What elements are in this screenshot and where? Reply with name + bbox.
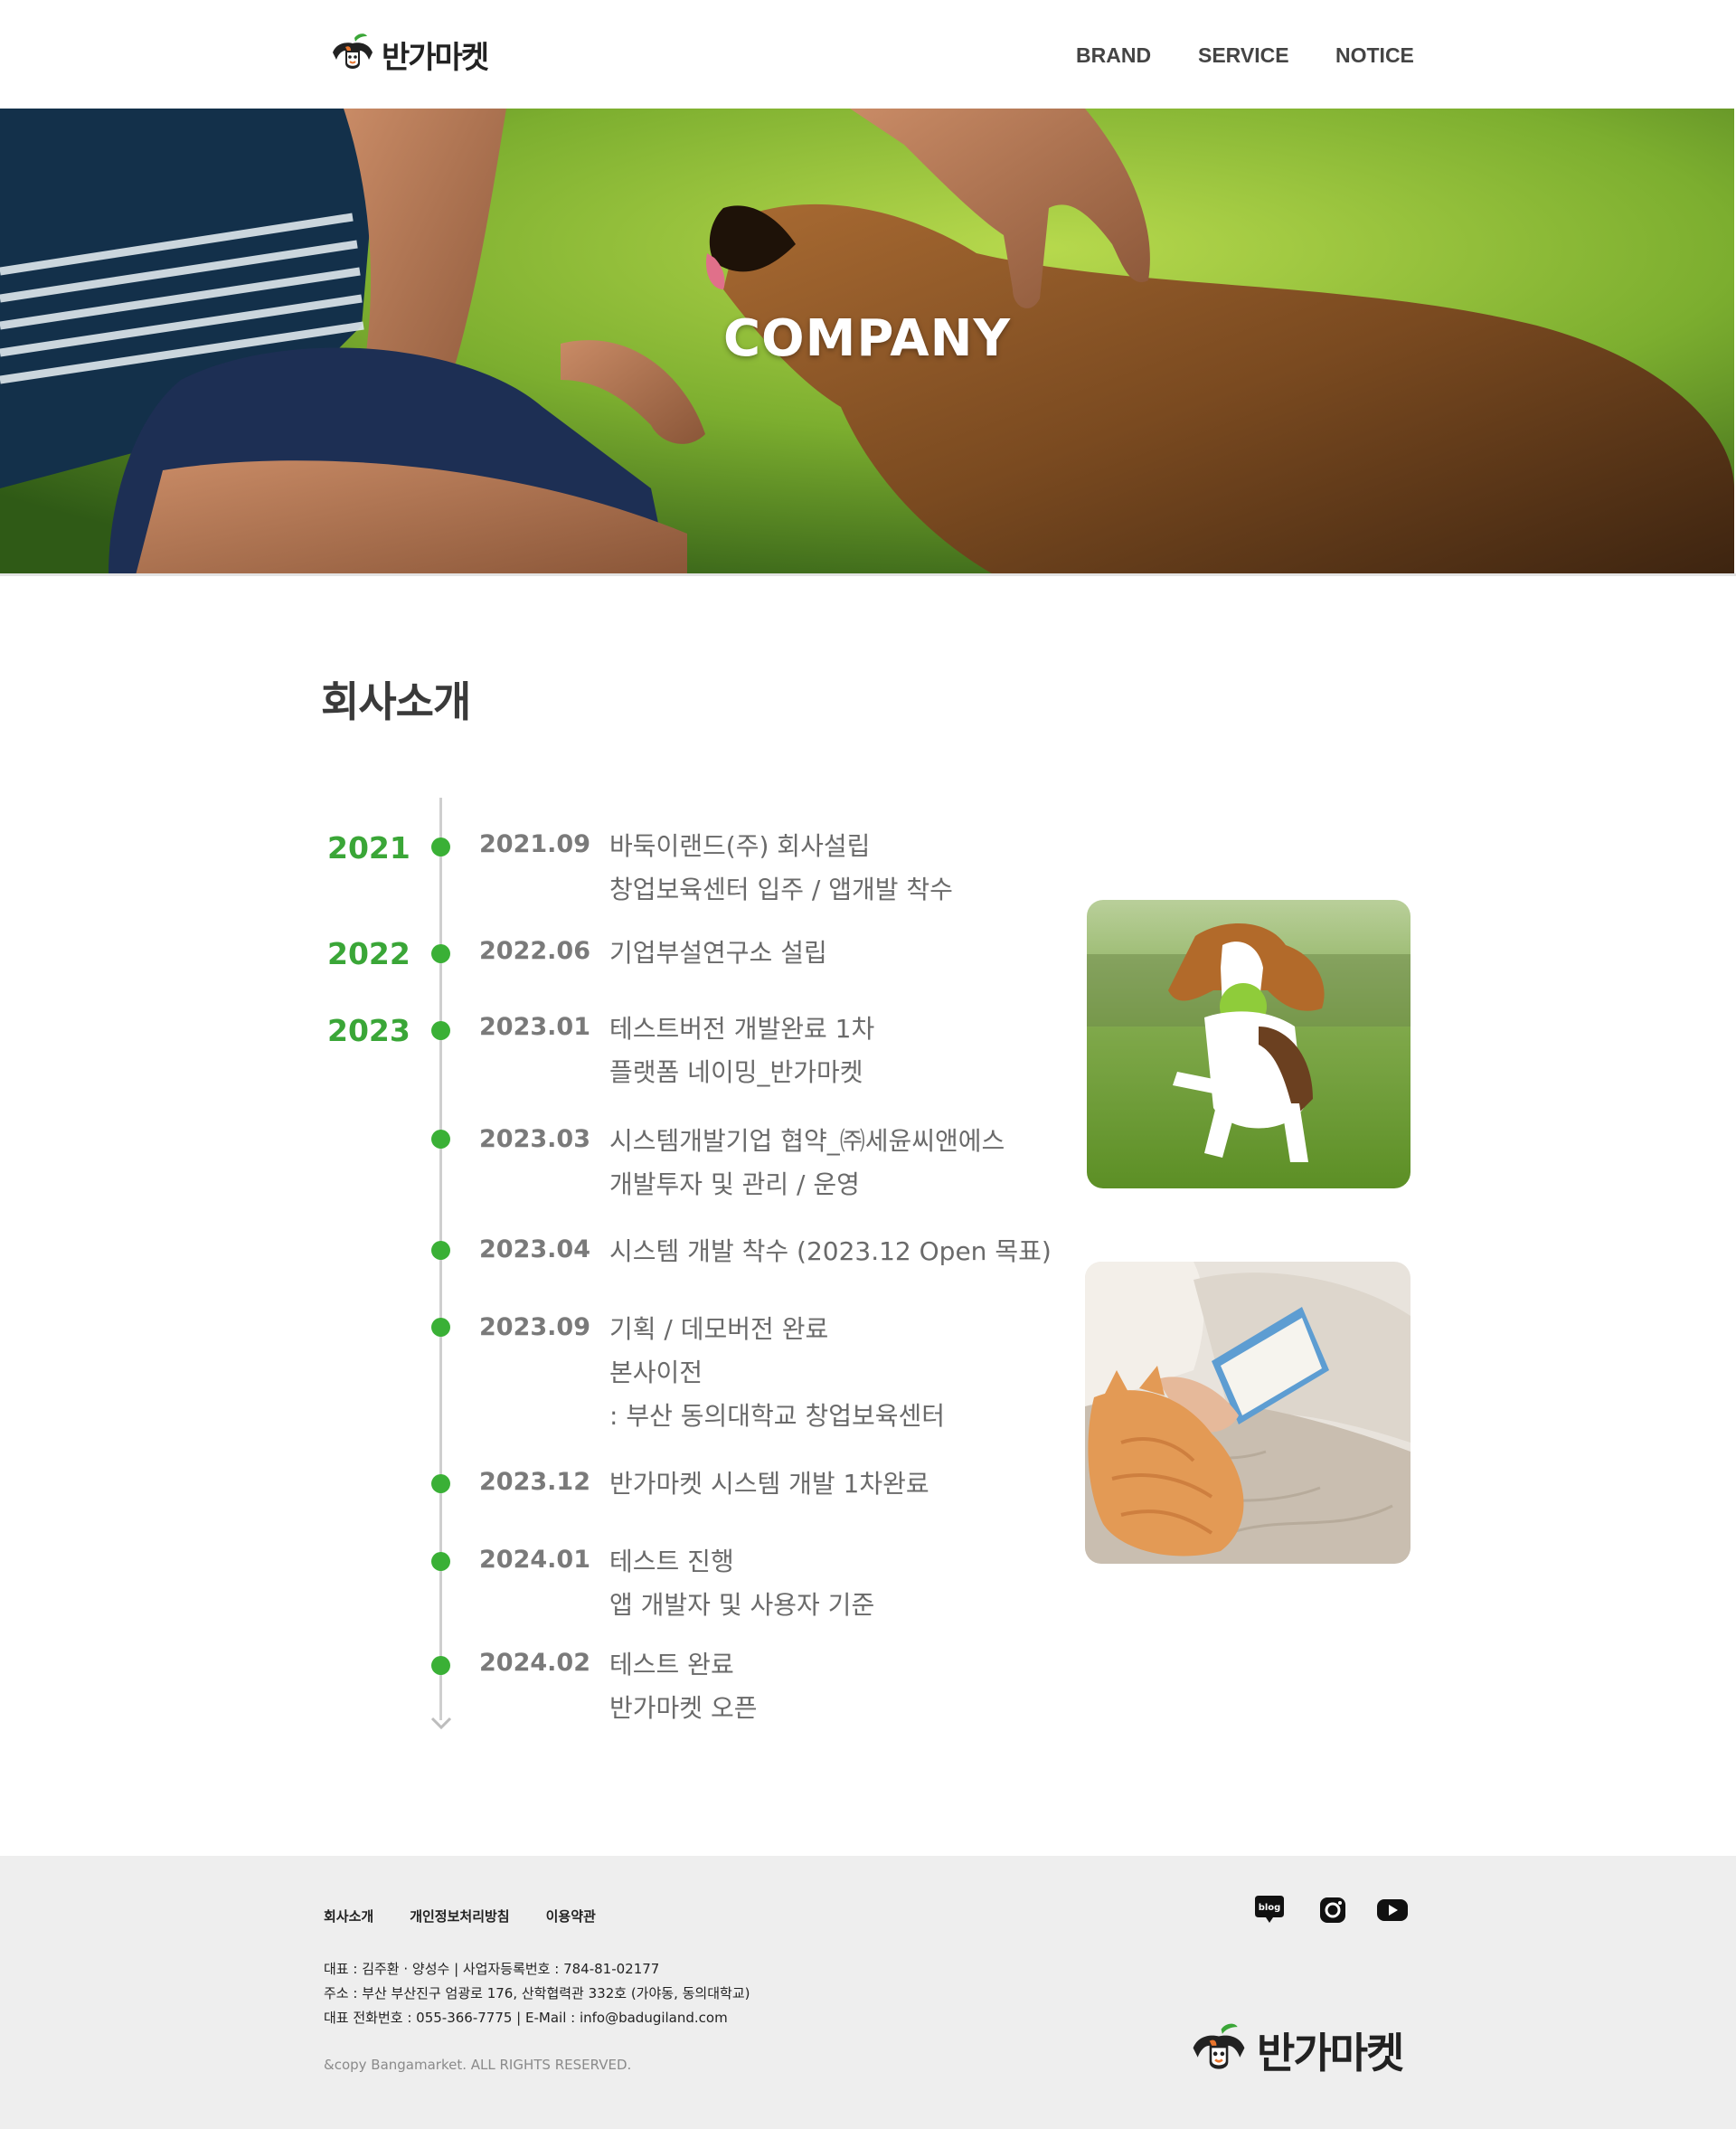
entry-description: 시스템개발기업 협약_㈜세윤씨앤에스 개발투자 및 관리 / 운영 — [609, 1120, 1005, 1206]
entry-date: 2024.01 — [479, 1546, 590, 1574]
timeline-dot — [431, 1318, 450, 1337]
logo-text: 반가마켓 — [382, 39, 489, 76]
hero-divider — [0, 573, 1736, 576]
hero-title: COMPANY — [722, 309, 1012, 368]
entry-date: 2021.09 — [479, 830, 590, 858]
entry-description: 기획 / 데모버전 완료 본사이전 : 부산 동의대학교 창업보육센터 — [609, 1308, 945, 1438]
entry-line: 반가마켓 시스템 개발 1차완료 — [609, 1469, 929, 1499]
timeline-dot — [431, 1130, 450, 1149]
nav-service[interactable]: SERVICE — [1198, 43, 1289, 68]
timeline-dot — [431, 1021, 450, 1040]
entry-date: 2023.12 — [479, 1468, 590, 1496]
entry-line: 플랫폼 네이밍_반가마켓 — [609, 1057, 863, 1087]
entry-date: 2022.06 — [479, 937, 590, 965]
info-line: 대표 전화번호 : 055-366-7775 | E-Mail : info@b… — [324, 2010, 728, 2026]
entry-date: 2023.09 — [479, 1313, 590, 1341]
entry-date: 2023.01 — [479, 1013, 590, 1041]
logo-text: 반가마켓 — [1257, 2029, 1404, 2077]
footer-logo[interactable]: 반가마켓 — [1184, 2019, 1404, 2082]
timeline-dot — [431, 1241, 450, 1260]
info-line: 대표 : 김주환 · 양성수 | 사업자등록번호 : 784-81-02177 — [324, 1961, 660, 1977]
header-logo[interactable]: 반가마켓 — [327, 29, 489, 80]
dog-logo-icon — [333, 33, 373, 69]
entry-description: 반가마켓 시스템 개발 1차완료 — [609, 1462, 929, 1506]
entry-line: 본사이전 — [609, 1358, 703, 1387]
footer-link-terms[interactable]: 이용약관 — [546, 1907, 596, 1926]
entry-description: 기업부설연구소 설립 — [609, 932, 827, 975]
entry-line: : 부산 동의대학교 창업보육센터 — [609, 1401, 946, 1431]
entry-line: 테스트 완료 — [609, 1650, 734, 1680]
entry-line: 앱 개발자 및 사용자 기준 — [609, 1590, 875, 1620]
site-footer: 회사소개 개인정보처리방침 이용약관 대표 : 김주환 · 양성수 | 사업자등… — [0, 1856, 1736, 2129]
timeline-dot — [431, 1656, 450, 1675]
timeline-dot — [431, 1474, 450, 1493]
year-label: 2023 — [327, 1013, 410, 1048]
arrow-down-icon — [430, 1717, 452, 1730]
entry-description: 시스템 개발 착수 (2023.12 Open 목표) — [609, 1230, 1052, 1273]
page-title: 회사소개 — [321, 677, 471, 726]
dog-logo-icon — [1193, 2023, 1245, 2069]
entry-line: 개발투자 및 관리 / 운영 — [609, 1169, 860, 1199]
footer-link-company[interactable]: 회사소개 — [324, 1907, 373, 1926]
entry-description: 바둑이랜드(주) 회사설립 창업보육센터 입주 / 앱개발 착수 — [609, 825, 953, 912]
entry-description: 테스트 완료 반가마켓 오픈 — [609, 1643, 757, 1730]
photo-beagle-running — [1087, 900, 1410, 1188]
timeline-dot — [431, 1552, 450, 1571]
entry-line: 기업부설연구소 설립 — [609, 938, 827, 968]
svg-text:blog: blog — [1259, 1903, 1281, 1913]
entry-line: 바둑이랜드(주) 회사설립 — [609, 831, 871, 861]
company-info: 대표 : 김주환 · 양성수 | 사업자등록번호 : 784-81-02177 … — [324, 1957, 750, 2030]
entry-line: 반가마켓 오픈 — [609, 1693, 758, 1723]
entry-description: 테스트 진행 앱 개발자 및 사용자 기준 — [609, 1540, 874, 1627]
copyright-text: &copy Bangamarket. ALL RIGHTS RESERVED. — [324, 2057, 632, 2073]
year-label: 2021 — [327, 830, 410, 866]
instagram-icon[interactable] — [1316, 1896, 1349, 1926]
entry-line: 테스트 진행 — [609, 1547, 734, 1576]
timeline-dot — [431, 837, 450, 856]
entry-line: 창업보육센터 입주 / 앱개발 착수 — [609, 875, 953, 904]
timeline-dot — [431, 944, 450, 963]
info-line: 주소 : 부산 부산진구 엄광로 176, 산학협력관 332호 (가야동, 동… — [324, 1985, 750, 2001]
entry-line: 기획 / 데모버전 완료 — [609, 1314, 829, 1344]
entry-line: 테스트버전 개발완료 1차 — [609, 1014, 875, 1044]
hero-banner: COMPANY — [0, 109, 1734, 575]
nav-notice[interactable]: NOTICE — [1335, 43, 1414, 68]
entry-date: 2023.04 — [479, 1235, 590, 1263]
youtube-icon[interactable] — [1376, 1896, 1409, 1926]
entry-date: 2024.02 — [479, 1649, 590, 1677]
entry-date: 2023.03 — [479, 1125, 590, 1153]
blog-icon[interactable]: blog — [1253, 1896, 1286, 1926]
site-header: 반가마켓 BRAND SERVICE NOTICE — [0, 0, 1736, 109]
footer-link-privacy[interactable]: 개인정보처리방침 — [410, 1907, 509, 1926]
entry-description: 테스트버전 개발완료 1차 플랫폼 네이밍_반가마켓 — [609, 1008, 874, 1094]
footer-links: 회사소개 개인정보처리방침 이용약관 — [324, 1907, 632, 1926]
photo-cat-and-book — [1085, 1262, 1410, 1564]
year-label: 2022 — [327, 936, 410, 971]
entry-line: 시스템 개발 착수 (2023.12 Open 목표) — [609, 1236, 1052, 1266]
nav-brand[interactable]: BRAND — [1076, 43, 1151, 68]
entry-line: 시스템개발기업 협약_㈜세윤씨앤에스 — [609, 1126, 1005, 1156]
